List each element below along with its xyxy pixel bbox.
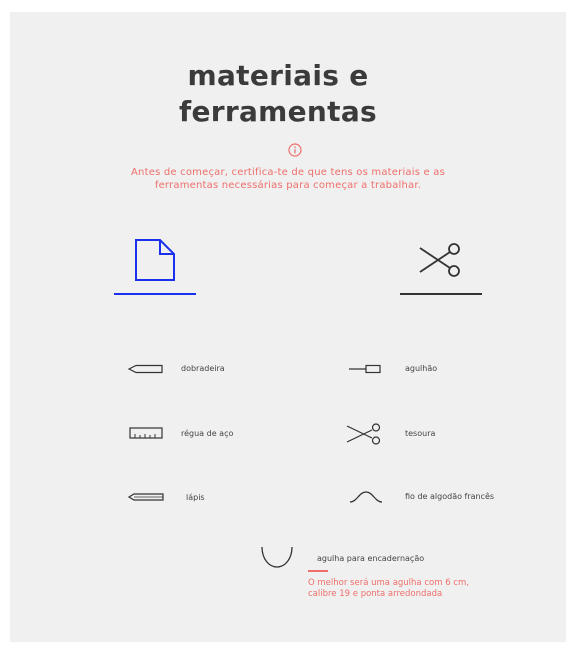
scissors-icon bbox=[419, 243, 460, 277]
paper-icon bbox=[135, 239, 175, 281]
bone-folder-icon bbox=[128, 364, 163, 374]
needle-note: O melhor será uma agulha com 6 cm, calib… bbox=[308, 578, 469, 600]
page-title: materiais e ferramentas bbox=[0, 58, 556, 130]
note-divider bbox=[308, 570, 328, 572]
tab-materials[interactable] bbox=[114, 234, 196, 298]
title-line-1: materiais e bbox=[187, 59, 369, 92]
curved-needle-icon bbox=[261, 546, 293, 568]
tab-tools[interactable] bbox=[400, 234, 482, 298]
item-label: agulha para encadernação bbox=[317, 554, 425, 563]
notice-line-2: ferramentas necessárias para começar a t… bbox=[154, 180, 422, 191]
scissors-icon bbox=[346, 423, 381, 445]
item-label: agulhão bbox=[405, 364, 438, 373]
tab-tools-underline bbox=[400, 293, 482, 295]
item-label: tesoura bbox=[405, 429, 436, 438]
notice-text: Antes de começar, certifica-te de que te… bbox=[10, 166, 566, 192]
item-label: fio de algodão francês bbox=[405, 492, 495, 501]
thread-icon bbox=[349, 491, 383, 503]
item-label: dobradeira bbox=[181, 364, 225, 373]
awl-icon bbox=[349, 364, 381, 374]
note-line-1: O melhor será uma agulha com 6 cm, bbox=[308, 578, 469, 588]
title-line-2: ferramentas bbox=[178, 95, 378, 128]
info-icon bbox=[288, 143, 302, 157]
note-line-2: calibre 19 e ponta arredondada bbox=[308, 589, 443, 599]
item-label: lápis bbox=[186, 493, 205, 502]
notice-line-1: Antes de começar, certifica-te de que te… bbox=[131, 167, 445, 178]
tab-materials-underline bbox=[114, 293, 196, 295]
item-label: régua de aço bbox=[181, 429, 234, 438]
ruler-icon bbox=[129, 427, 163, 439]
pencil-icon bbox=[128, 493, 164, 501]
